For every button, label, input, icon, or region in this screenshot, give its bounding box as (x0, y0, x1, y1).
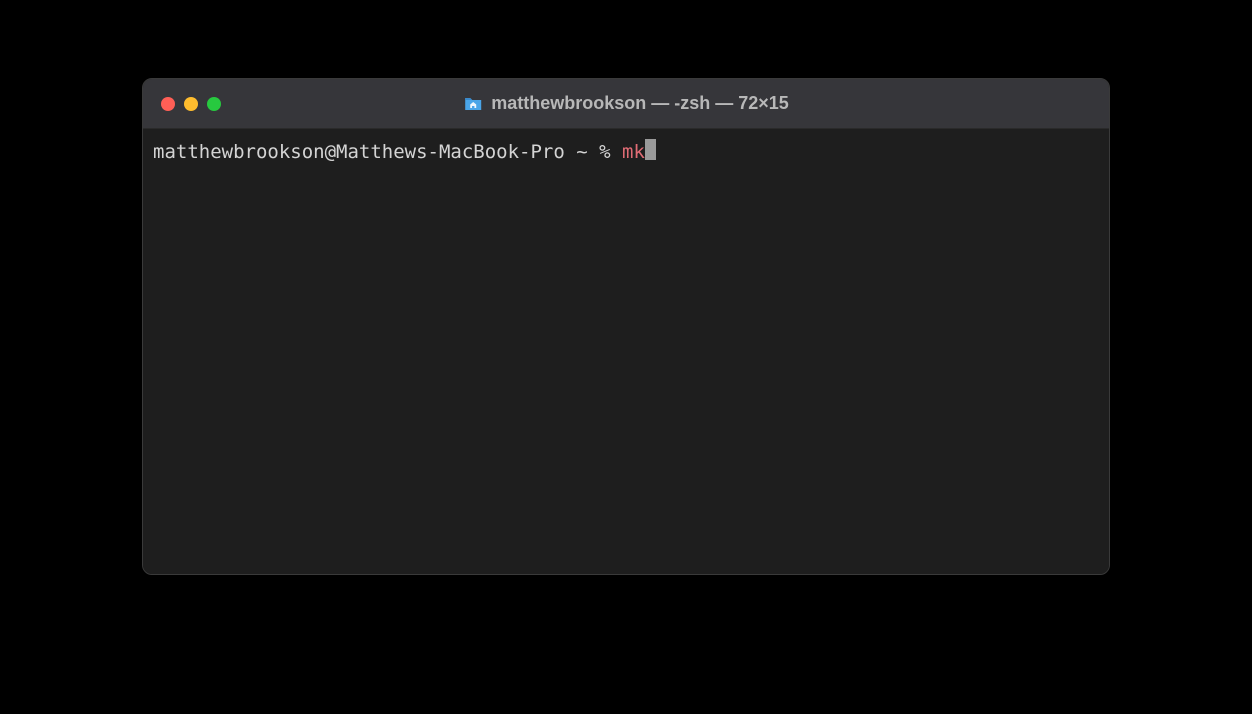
minimize-button[interactable] (184, 97, 198, 111)
window-title: matthewbrookson — -zsh — 72×15 (491, 93, 789, 114)
prompt-line: matthewbrookson@Matthews-MacBook-Pro ~ %… (153, 137, 1099, 165)
traffic-lights (161, 97, 221, 111)
home-folder-icon (463, 96, 483, 112)
fullscreen-button[interactable] (207, 97, 221, 111)
shell-prompt: matthewbrookson@Matthews-MacBook-Pro ~ % (153, 140, 622, 165)
title-content: matthewbrookson — -zsh — 72×15 (463, 93, 789, 114)
terminal-body[interactable]: matthewbrookson@Matthews-MacBook-Pro ~ %… (143, 129, 1109, 574)
terminal-window: matthewbrookson — -zsh — 72×15 matthewbr… (142, 78, 1110, 575)
titlebar[interactable]: matthewbrookson — -zsh — 72×15 (143, 79, 1109, 129)
close-button[interactable] (161, 97, 175, 111)
typed-command: mk (622, 140, 645, 165)
cursor (645, 139, 656, 160)
